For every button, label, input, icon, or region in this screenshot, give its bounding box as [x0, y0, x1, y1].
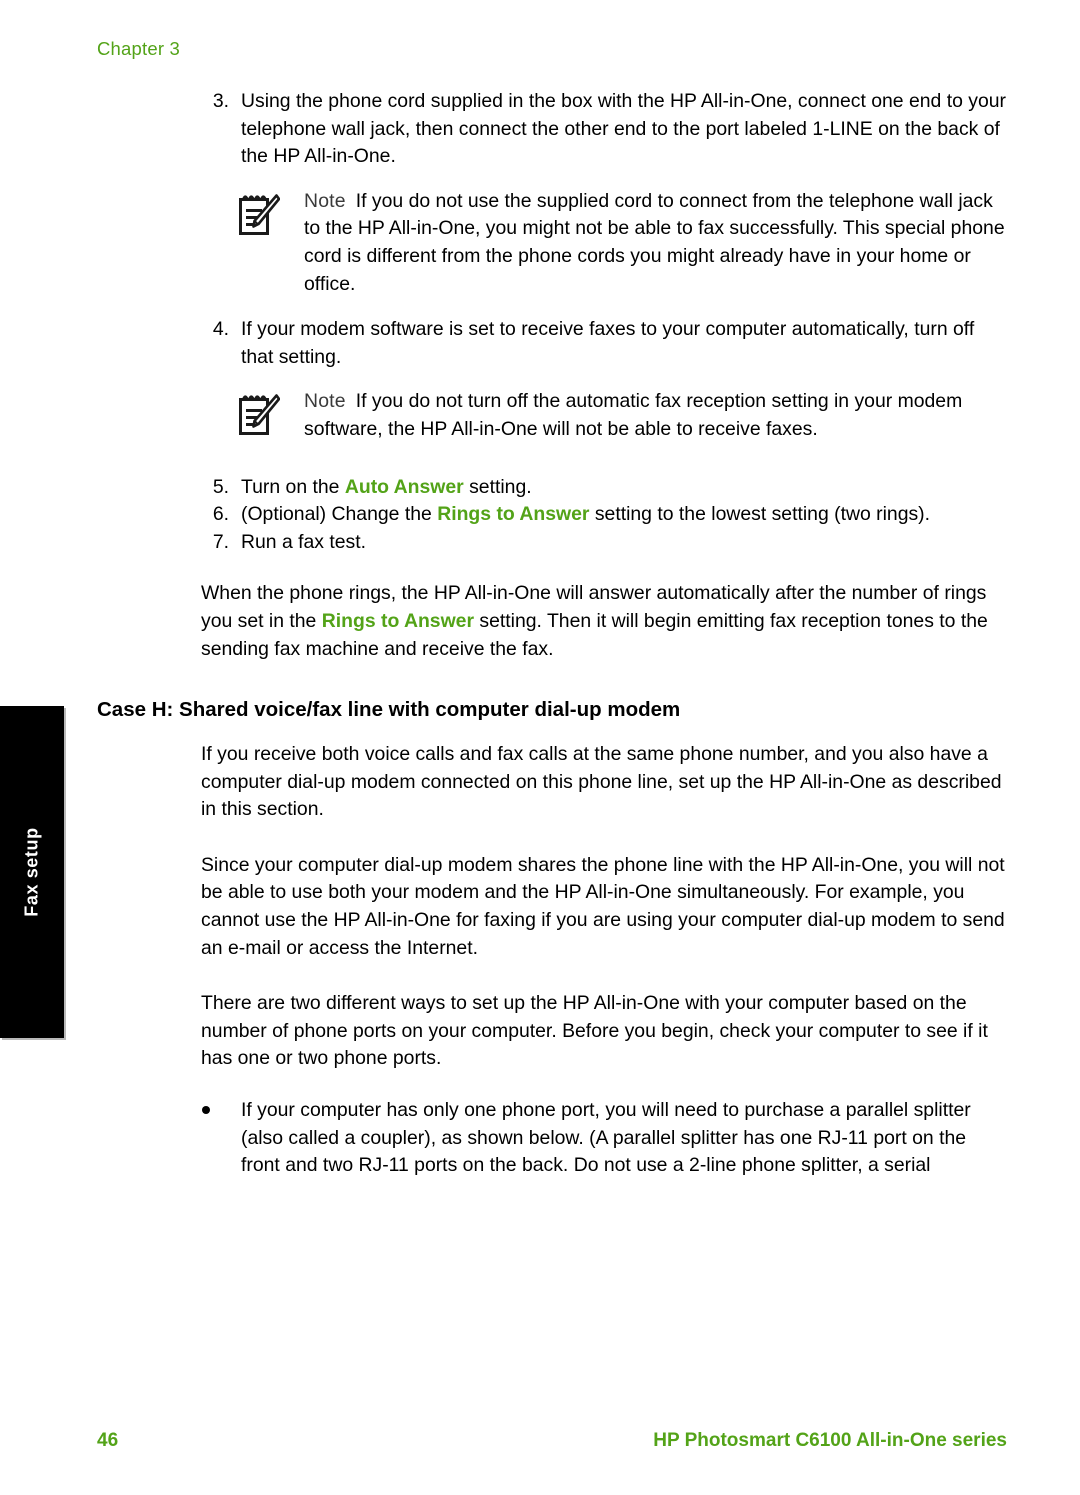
step-number: 5.: [212, 475, 229, 498]
bullet-point-icon: [202, 1106, 210, 1115]
footer-product-title: HP Photosmart C6100 All-in-One series: [653, 1430, 1007, 1451]
footer-page-number: 46: [97, 1430, 119, 1451]
step-text-before: Turn on the: [241, 475, 345, 498]
section-paragraph: Since your computer dial-up modem shares…: [201, 853, 1005, 959]
numbered-step-list: 3. Using the phone cord supplied in the …: [97, 88, 1007, 171]
step-text-before: (Optional) Change the: [241, 503, 438, 526]
setting-name-highlight: Rings to Answer: [321, 609, 474, 632]
list-item: 3. Using the phone cord supplied in the …: [97, 88, 1007, 171]
page-content: 3. Using the phone cord supplied in the …: [97, 88, 1007, 1180]
closing-paragraph: When the phone rings, the HP All-in-One …: [97, 580, 1007, 663]
section-paragraph: There are two different ways to set up t…: [201, 992, 988, 1070]
bullet-list: If your computer has only one phone port…: [97, 1097, 1007, 1180]
note-pad-pencil-icon: [238, 191, 281, 237]
step-text: If your modem software is set to receive…: [241, 318, 975, 368]
bullet-text: If your computer has only one phone port…: [241, 1099, 971, 1177]
note-label: Note: [304, 390, 346, 413]
note-text-wrap: Note If you do not turn off the automatic…: [304, 390, 962, 440]
step-number: 7.: [212, 530, 229, 553]
step-text: Turn on the Auto Answer setting.: [241, 476, 532, 498]
note-block: Note If you do not turn off the automatic…: [97, 388, 1007, 443]
step-text: Run a fax test.: [241, 530, 367, 553]
step-text: Using the phone cord supplied in the box…: [241, 90, 1006, 168]
step-text: (Optional) Change the Rings to Answer se…: [241, 503, 930, 525]
side-thumb-tab-label: Fax setup: [21, 827, 42, 917]
section-paragraph: If you receive both voice calls and fax …: [201, 743, 1002, 821]
list-item: 4. If your modem software is set to rece…: [97, 316, 1007, 371]
step-number: 6.: [212, 503, 229, 526]
note-label: Note: [304, 189, 346, 212]
list-item: 7. Run a fax test.: [97, 529, 1007, 557]
page-footer: 46 HP Photosmart C6100 All-in-One series: [97, 1430, 1007, 1456]
note-text: If you do not turn off the automatic fax…: [304, 390, 963, 440]
setting-name-highlight: Auto Answer: [344, 475, 464, 498]
list-item: 6. (Optional) Change the Rings to Answer…: [97, 501, 1007, 529]
document-page: Chapter 3 Fax setup 3. Using the phone c…: [0, 0, 1080, 1495]
numbered-step-list-continued: 4. If your modem software is set to rece…: [97, 316, 1007, 371]
list-item: 5. Turn on the Auto Answer setting.: [97, 474, 1007, 502]
note-block: Note If you do not use the supplied cord …: [97, 188, 1007, 298]
step-text-after: setting.: [463, 475, 532, 498]
side-thumb-tab: Fax setup: [0, 706, 64, 1038]
numbered-step-list-tail: 5. Turn on the Auto Answer setting. 6. (…: [97, 474, 1007, 557]
setting-name-highlight: Rings to Answer: [437, 503, 590, 526]
note-text: If you do not use the supplied cord to c…: [304, 189, 1005, 295]
list-item: If your computer has only one phone port…: [97, 1097, 1007, 1180]
section-heading: Case H: Shared voice/fax line with compu…: [97, 698, 681, 722]
note-text-wrap: Note If you do not use the supplied cord …: [304, 190, 1005, 295]
chapter-running-head: Chapter 3: [97, 38, 181, 59]
step-number: 3.: [212, 90, 229, 112]
note-pad-pencil-icon: [238, 391, 281, 437]
step-number: 4.: [212, 318, 229, 341]
step-text-after: setting to the lowest setting (two rings…: [589, 503, 931, 526]
